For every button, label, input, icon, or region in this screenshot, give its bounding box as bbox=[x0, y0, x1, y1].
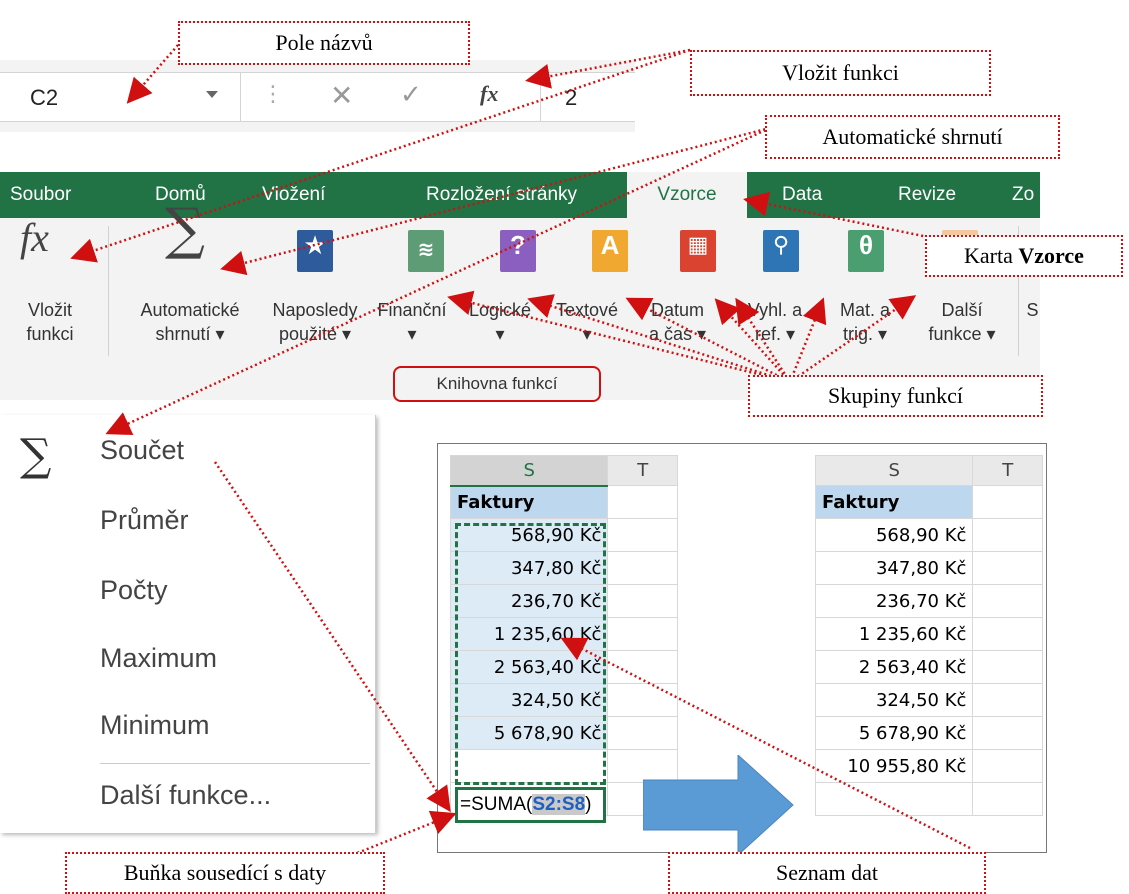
callout-autosum: Automatické shrnutí bbox=[765, 115, 1060, 159]
callout-formulas-tab: Karta Vzorce bbox=[925, 235, 1123, 277]
callout-insert-function: Vložit funkci bbox=[690, 50, 991, 96]
callout-function-groups: Skupiny funkcí bbox=[748, 375, 1043, 417]
callout-adjacent-cell: Buňka sousedící s daty bbox=[65, 852, 385, 894]
callout-data-list: Seznam dat bbox=[668, 852, 986, 894]
callout-name-box: Pole názvů bbox=[178, 21, 470, 65]
callout-text-bold: Vzorce bbox=[1018, 243, 1084, 268]
callout-text: Karta bbox=[964, 243, 1019, 268]
